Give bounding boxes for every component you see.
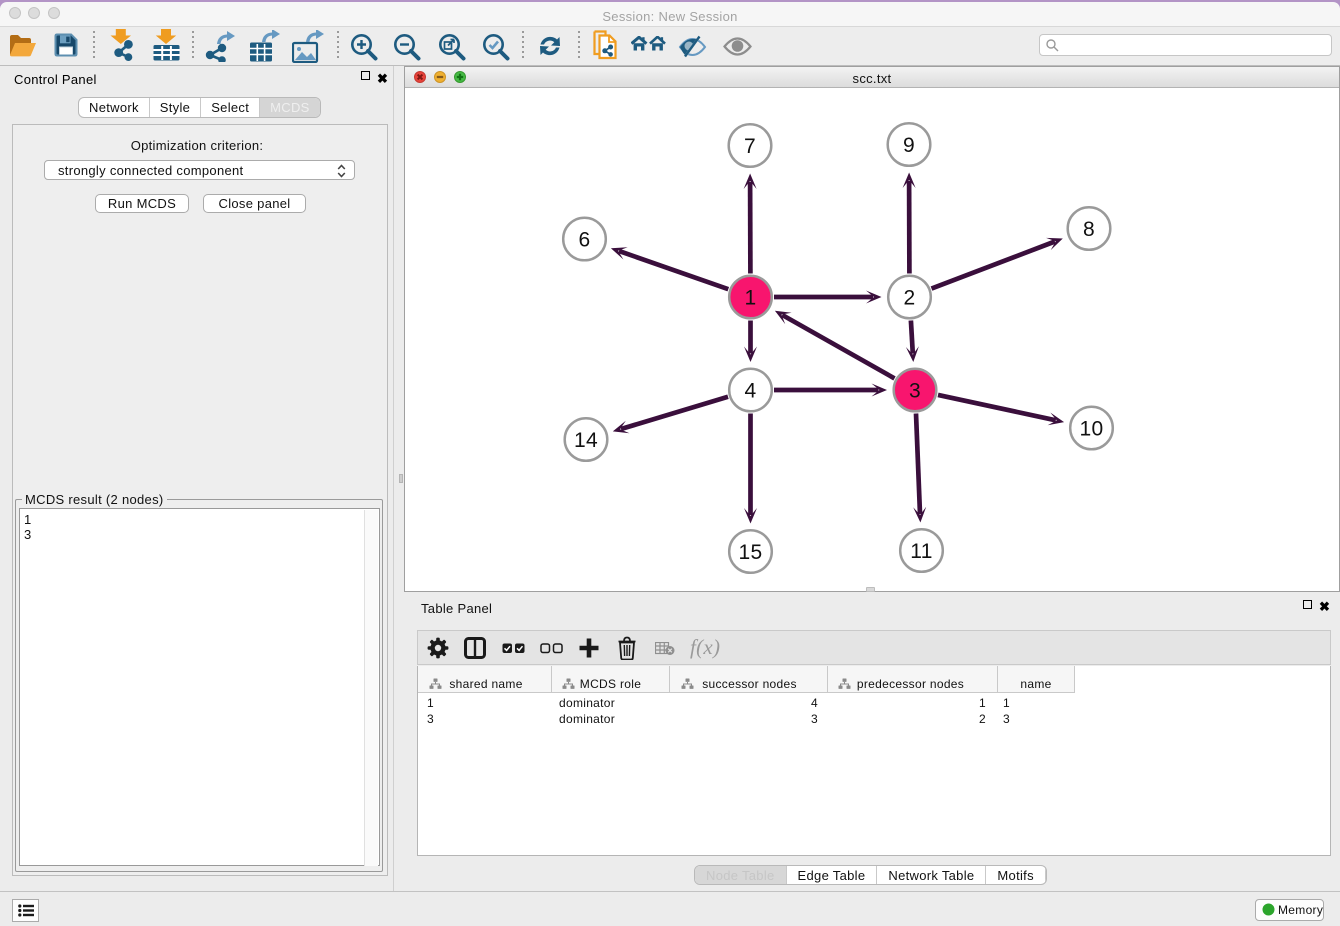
svg-text:4: 4 bbox=[745, 380, 757, 403]
svg-text:15: 15 bbox=[739, 541, 763, 564]
svg-text:3: 3 bbox=[909, 380, 921, 403]
svg-text:6: 6 bbox=[579, 229, 591, 252]
svg-text:1: 1 bbox=[745, 287, 757, 310]
svg-text:8: 8 bbox=[1083, 218, 1095, 241]
svg-text:7: 7 bbox=[744, 135, 756, 158]
svg-text:11: 11 bbox=[910, 540, 932, 563]
svg-text:14: 14 bbox=[574, 429, 598, 452]
svg-text:2: 2 bbox=[904, 287, 916, 310]
svg-text:9: 9 bbox=[903, 134, 915, 157]
svg-text:10: 10 bbox=[1080, 418, 1104, 441]
